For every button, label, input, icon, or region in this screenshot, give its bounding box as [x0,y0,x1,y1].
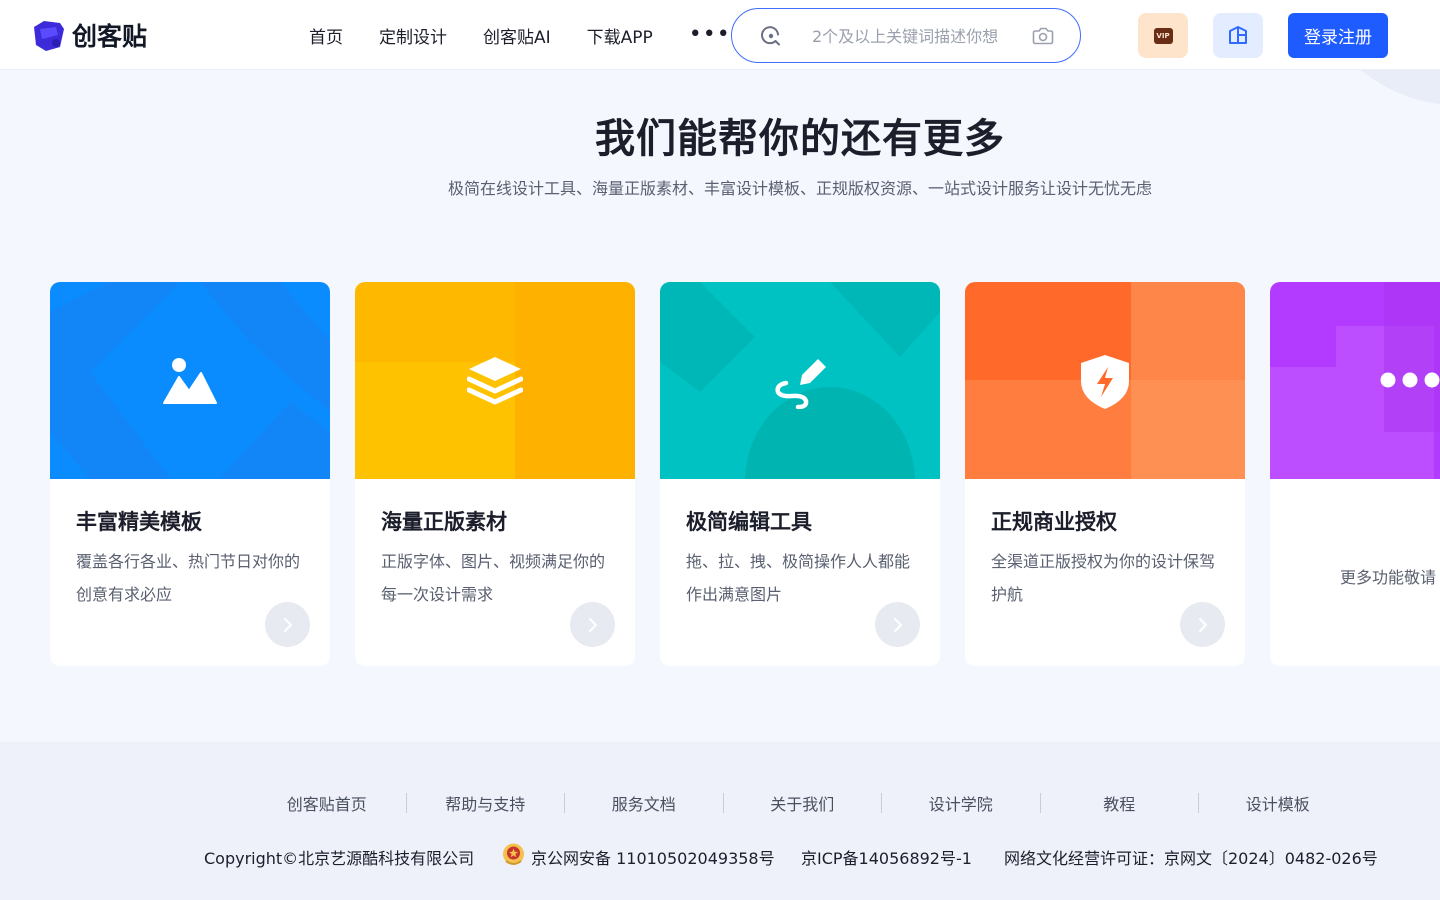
chevron-right-icon [893,617,902,632]
pen-icon [775,359,826,409]
police-emblem-icon [503,843,524,865]
footer-links: 创客贴首页 帮助与支持 服务文档 关于我们 设计学院 教程 设计模板 [248,790,1357,816]
feature-card-assets[interactable]: 海量正版素材 正版字体、图片、视频满足你的每一次设计需求 [355,282,635,666]
nav-item-home[interactable]: 首页 [309,23,343,48]
more-menu-icon[interactable]: ••• [689,24,731,46]
decorative-curve [1360,70,1440,104]
footer-link-academy[interactable]: 设计学院 [882,791,1040,815]
shield-icon [1081,355,1129,409]
footer-legal: Copyright©北京艺源酷科技有限公司 京公网安备 110105020493… [0,846,1440,872]
footer [0,742,1440,900]
login-register-button[interactable]: 登录注册 [1288,13,1388,58]
feature-card-license[interactable]: 正规商业授权 全渠道正版授权为你的设计保驾护航 [965,282,1245,666]
nav-item-custom-design[interactable]: 定制设计 [379,23,447,48]
logo[interactable]: 创客贴 [30,17,147,53]
chevron-right-icon [283,617,292,632]
main-nav: 首页 定制设计 创客贴AI 下载APP ••• [309,0,731,70]
chevron-right-icon [588,617,597,632]
card-description: 正版字体、图片、视频满足你的每一次设计需求 [381,552,606,604]
card-banner [965,282,1245,479]
icp-record-link[interactable]: 京ICP备14056892号-1 [801,846,972,872]
camera-icon[interactable] [1031,24,1055,48]
image-icon [163,358,217,404]
footer-link-docs[interactable]: 服务文档 [565,791,723,815]
card-banner [1270,282,1440,479]
search-icon[interactable] [760,25,782,47]
section-subtitle: 极简在线设计工具、海量正版素材、丰富设计模板、正规版权资源、一站式设计服务让设计… [447,179,1152,198]
police-record-link[interactable]: 京公网安备 11010502049358号 [531,846,775,872]
footer-link-home[interactable]: 创客贴首页 [248,791,406,815]
top-header: 创客贴 首页 定制设计 创客贴AI 下载APP ••• VIP 登录注册 [0,0,1440,70]
nav-item-download-app[interactable]: 下载APP [587,23,653,48]
section-title: 我们能帮你的还有更多 [595,116,1005,162]
vip-button[interactable]: VIP [1138,13,1188,58]
card-description: 更多功能敬请 [1340,568,1437,587]
layers-icon [467,357,523,405]
feature-card-templates[interactable]: 丰富精美模板 覆盖各行各业、热门节日对你的创意有求必应 [50,282,330,666]
footer-link-about[interactable]: 关于我们 [724,791,882,815]
card-banner [355,282,635,479]
feature-card-more[interactable]: 更多功能敬请 [1270,282,1440,666]
search-input[interactable] [812,23,1004,49]
nav-item-ai[interactable]: 创客贴AI [483,23,551,48]
more-icon [1380,372,1440,388]
card-banner [660,282,940,479]
workspace-button[interactable] [1213,13,1263,58]
card-banner [50,282,330,479]
card-arrow-button[interactable] [265,602,310,647]
footer-link-templates[interactable]: 设计模板 [1199,791,1357,815]
card-title: 正规商业授权 [991,510,1117,534]
footer-link-tutorials[interactable]: 教程 [1041,791,1199,815]
culture-license-link[interactable]: 网络文化经营许可证：京网文〔2024〕0482-026号 [1004,846,1378,872]
card-title: 极简编辑工具 [686,510,812,534]
chevron-right-icon [1198,617,1207,632]
card-description: 覆盖各行各业、热门节日对你的创意有求必应 [76,552,301,604]
footer-link-help[interactable]: 帮助与支持 [407,791,565,815]
card-arrow-button[interactable] [570,602,615,647]
card-description: 全渠道正版授权为你的设计保驾护航 [991,552,1216,604]
card-description: 拖、拉、拽、极简操作人人都能作出满意图片 [686,552,911,604]
box-icon [1229,25,1247,44]
logo-text: 创客贴 [72,22,148,51]
card-title: 海量正版素材 [381,510,507,534]
card-arrow-button[interactable] [875,602,920,647]
copyright-text: Copyright©北京艺源酷科技有限公司 [204,849,475,868]
logo-icon [34,21,64,51]
vip-icon: VIP [1153,27,1173,44]
feature-card-editor[interactable]: 极简编辑工具 拖、拉、拽、极简操作人人都能作出满意图片 [660,282,940,666]
search-box[interactable] [731,8,1081,63]
card-title: 丰富精美模板 [76,510,202,534]
card-arrow-button[interactable] [1180,602,1225,647]
